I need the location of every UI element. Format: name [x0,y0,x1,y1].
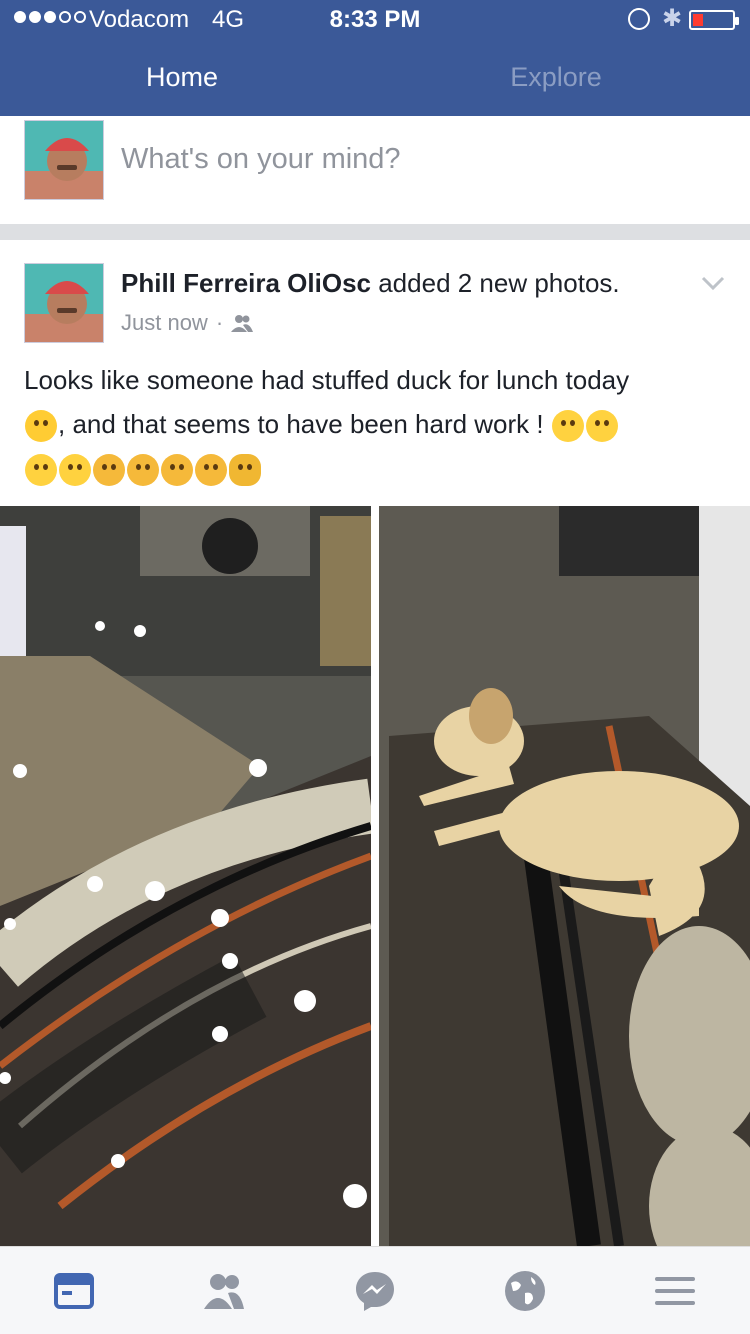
menu-icon[interactable] [653,1269,697,1313]
post-body: Looks like someone had stuffed duck for … [24,358,724,490]
post-text-line-2-text: , and that seems to have been hard work … [58,409,544,439]
thinking-face-icon [127,454,159,487]
thinking-face-icon [161,454,193,487]
user-avatar[interactable] [24,120,104,200]
post-meta: Just now · [121,310,254,336]
status-composer[interactable]: What's on your mind? [0,116,750,224]
messenger-icon[interactable] [353,1269,397,1313]
post-timestamp[interactable]: Just now [121,310,208,336]
friend-requests-icon[interactable] [202,1269,246,1313]
grinning-face-icon [59,454,91,487]
post-photos [0,506,750,1246]
grinning-face-icon [585,410,618,443]
top-header: Vodacom 4G 8:33 PM ✱ Home Explore [0,0,750,116]
bottom-tab-bar [0,1246,750,1334]
post-photo-2[interactable] [379,506,750,1246]
thinking-face-icon [93,454,125,487]
post-options-chevron-icon[interactable] [700,270,726,296]
status-bar: Vodacom 4G 8:33 PM ✱ [0,0,750,40]
tab-home[interactable]: Home [57,58,307,96]
friends-icon [231,315,254,332]
feed-divider [0,224,750,240]
alarm-icon [628,8,650,30]
news-feed-icon[interactable] [52,1269,96,1313]
post-photo-1[interactable] [0,506,371,1246]
bluetooth-icon: ✱ [662,5,683,32]
post-header: Phill Ferreira OliOsc added 2 new photos… [121,268,620,299]
post-text-line-3 [24,446,724,490]
grinning-face-icon [551,410,584,443]
post-text-line-2: , and that seems to have been hard work … [24,402,724,446]
tab-explore[interactable]: Explore [431,58,681,96]
grinning-face-icon [25,454,57,487]
notifications-globe-icon[interactable] [503,1269,547,1313]
thinking-face-icon [195,454,227,487]
post-author-avatar[interactable] [24,263,104,343]
post-action: added 2 new photos. [371,268,620,298]
post-text-line-1: Looks like someone had stuffed duck for … [24,365,630,395]
face-with-tears-of-joy-icon [25,410,57,443]
meta-separator: · [215,310,224,335]
battery-icon [689,10,739,30]
weary-cat-face-icon [229,454,261,487]
post-author-name[interactable]: Phill Ferreira OliOsc [121,268,371,298]
composer-placeholder[interactable]: What's on your mind? [121,143,401,176]
